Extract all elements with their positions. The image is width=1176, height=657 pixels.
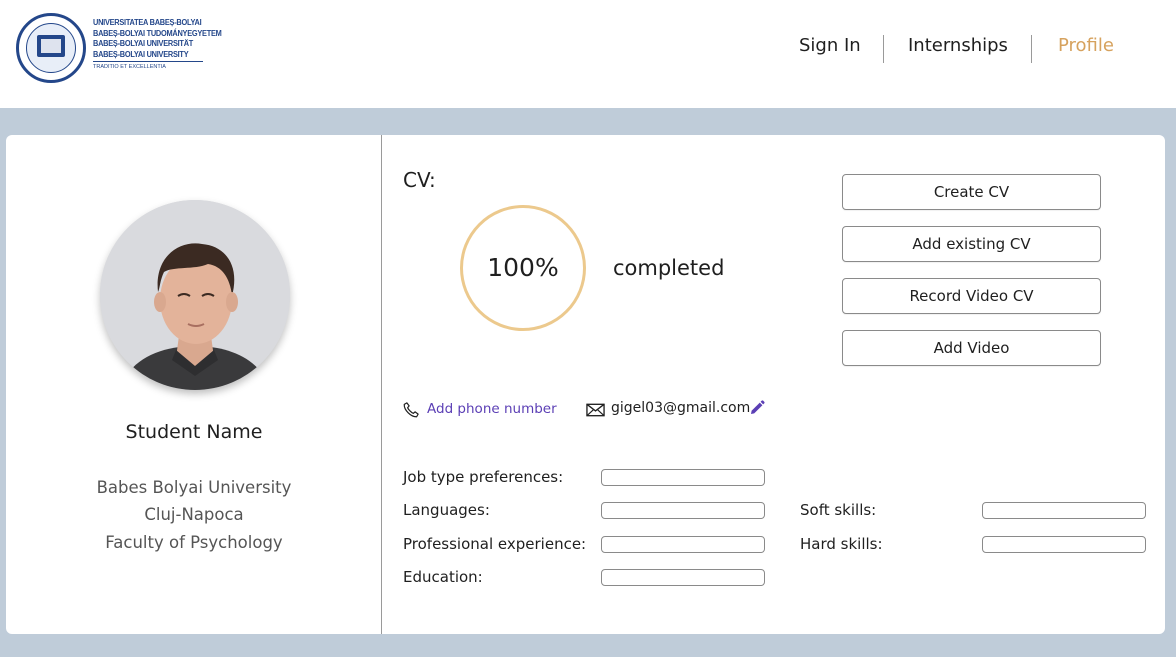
nav-internships[interactable]: Internships (908, 28, 1008, 64)
hard-skills-input[interactable] (982, 536, 1146, 553)
nav-divider (1031, 35, 1032, 63)
nav-divider (883, 35, 884, 63)
logo-motto: TRADITIO ET EXCELLENTIA (93, 64, 166, 70)
phone-icon (403, 402, 419, 418)
languages-label: Languages: (403, 501, 490, 519)
main-nav: Sign In Internships Profile (0, 28, 1176, 64)
cv-progress-value: 100% (487, 253, 559, 282)
add-existing-cv-button[interactable]: Add existing CV (842, 226, 1101, 262)
record-video-cv-button[interactable]: Record Video CV (842, 278, 1101, 314)
logo-line-ro: UNIVERSITATEA BABEȘ-BOLYAI (93, 17, 202, 27)
edit-pencil-icon[interactable] (749, 400, 765, 416)
soft-skills-label: Soft skills: (800, 501, 877, 519)
university-name: Babes Bolyai University (96, 478, 292, 497)
cv-label: CV: (403, 168, 436, 192)
cv-progress-ring: 100% (460, 205, 586, 331)
student-photo (100, 200, 290, 390)
column-divider (381, 135, 382, 634)
education-label: Education: (403, 568, 483, 586)
profile-card: Student Name Babes Bolyai University Clu… (6, 135, 1165, 634)
create-cv-button[interactable]: Create CV (842, 174, 1101, 210)
professional-experience-input[interactable] (601, 536, 765, 553)
faculty-name: Faculty of Psychology (105, 533, 283, 552)
job-type-label: Job type preferences: (403, 468, 564, 486)
avatar (100, 200, 290, 390)
add-video-button[interactable]: Add Video (842, 330, 1101, 366)
hard-skills-label: Hard skills: (800, 535, 883, 553)
nav-sign-in[interactable]: Sign In (799, 28, 861, 64)
nav-profile[interactable]: Profile (1058, 28, 1114, 64)
soft-skills-input[interactable] (982, 502, 1146, 519)
cv-status-text: completed (613, 256, 725, 280)
city-name: Cluj-Napoca (144, 505, 244, 524)
email-address: gigel03@gmail.com (611, 400, 751, 416)
top-header: UNIVERSITATEA BABEȘ-BOLYAI BABEȘ-BOLYAI … (0, 0, 1176, 108)
job-type-input[interactable] (601, 469, 765, 486)
student-name: Student Name (125, 421, 263, 443)
add-phone-number-link[interactable]: Add phone number (427, 401, 557, 417)
education-input[interactable] (601, 569, 765, 586)
languages-input[interactable] (601, 502, 765, 519)
professional-experience-label: Professional experience: (403, 535, 587, 553)
mail-icon (586, 403, 605, 417)
